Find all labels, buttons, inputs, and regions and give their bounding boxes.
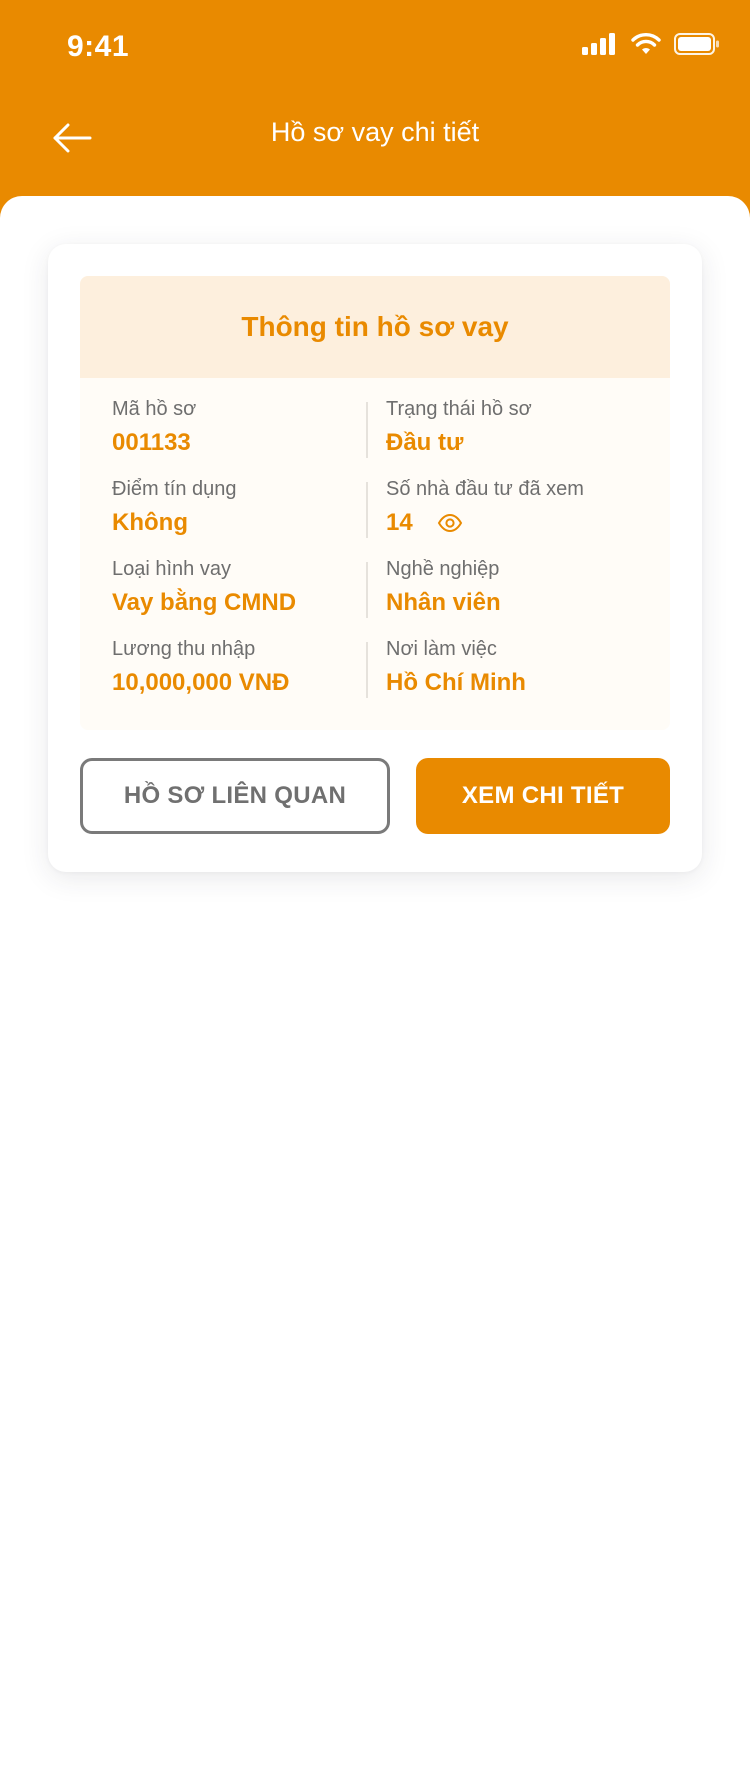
eye-icon[interactable]: [437, 513, 463, 533]
battery-icon: [674, 32, 720, 61]
status-bar: 9:41: [0, 0, 750, 96]
column-divider: [366, 642, 368, 698]
field-value: Vay bằng CMND: [112, 589, 297, 616]
field-loan-code: Mã hồ sơ 001133: [80, 396, 366, 476]
column-divider: [366, 562, 368, 618]
field-label: Loại hình vay: [112, 558, 231, 580]
card-actions: HỒ SƠ LIÊN QUAN XEM CHI TIẾT: [80, 758, 670, 834]
status-time: 9:41: [67, 30, 130, 63]
field-value-row: 14: [386, 508, 670, 538]
field-loan-status: Trạng thái hồ sơ Đầu tư: [366, 396, 670, 476]
column-divider: [366, 482, 368, 538]
field-loan-type: Loại hình vay Vay bằng CMND: [80, 556, 366, 636]
field-value: Hồ Chí Minh: [386, 669, 526, 696]
field-label: Trạng thái hồ sơ: [386, 398, 532, 420]
app-header: Hồ sơ vay chi tiết: [0, 96, 750, 196]
field-workplace: Nơi làm việc Hồ Chí Minh: [366, 636, 670, 716]
field-label: Mã hồ sơ: [112, 398, 197, 420]
loan-detail-screen: 9:41 Hồ sơ vay chi tiết Thông tin hồ sơ …: [0, 0, 750, 1792]
related-profiles-button[interactable]: HỒ SƠ LIÊN QUAN: [80, 758, 390, 834]
loan-info-panel: Thông tin hồ sơ vay Mã hồ sơ 001133 Trạn…: [80, 276, 670, 730]
field-value: Đầu tư: [386, 429, 464, 456]
view-detail-button[interactable]: XEM CHI TIẾT: [416, 758, 670, 834]
field-income: Lương thu nhập 10,000,000 VNĐ: [80, 636, 366, 716]
info-grid: Mã hồ sơ 001133 Trạng thái hồ sơ Đầu tư …: [80, 378, 670, 716]
loan-card: Thông tin hồ sơ vay Mã hồ sơ 001133 Trạn…: [48, 244, 702, 872]
section-title: Thông tin hồ sơ vay: [80, 276, 670, 378]
wifi-icon: [630, 32, 662, 61]
field-label: Lương thu nhập: [112, 638, 256, 660]
field-value: Nhân viên: [386, 589, 501, 616]
status-icons: [582, 32, 720, 61]
info-row: Loại hình vay Vay bằng CMND Nghề nghiệp …: [80, 556, 670, 636]
field-label: Nơi làm việc: [386, 638, 497, 660]
field-label: Nghề nghiệp: [386, 558, 500, 580]
field-value: 14: [386, 509, 413, 536]
field-label: Điểm tín dụng: [112, 478, 237, 500]
column-divider: [366, 402, 368, 458]
info-row: Mã hồ sơ 001133 Trạng thái hồ sơ Đầu tư: [80, 396, 670, 476]
info-row: Điểm tín dụng Không Số nhà đầu tư đã xem…: [80, 476, 670, 556]
page-title: Hồ sơ vay chi tiết: [270, 117, 480, 147]
signal-icon: [582, 32, 618, 61]
info-row: Lương thu nhập 10,000,000 VNĐ Nơi làm vi…: [80, 636, 670, 716]
field-label: Số nhà đầu tư đã xem: [386, 478, 584, 500]
field-occupation: Nghề nghiệp Nhân viên: [366, 556, 670, 636]
field-value: Không: [112, 509, 188, 536]
content-sheet: Thông tin hồ sơ vay Mã hồ sơ 001133 Trạn…: [0, 196, 750, 1792]
field-investor-views: Số nhà đầu tư đã xem 14: [366, 476, 670, 556]
field-credit-score: Điểm tín dụng Không: [80, 476, 366, 556]
field-value: 10,000,000 VNĐ: [112, 669, 290, 696]
field-value: 001133: [112, 429, 191, 456]
